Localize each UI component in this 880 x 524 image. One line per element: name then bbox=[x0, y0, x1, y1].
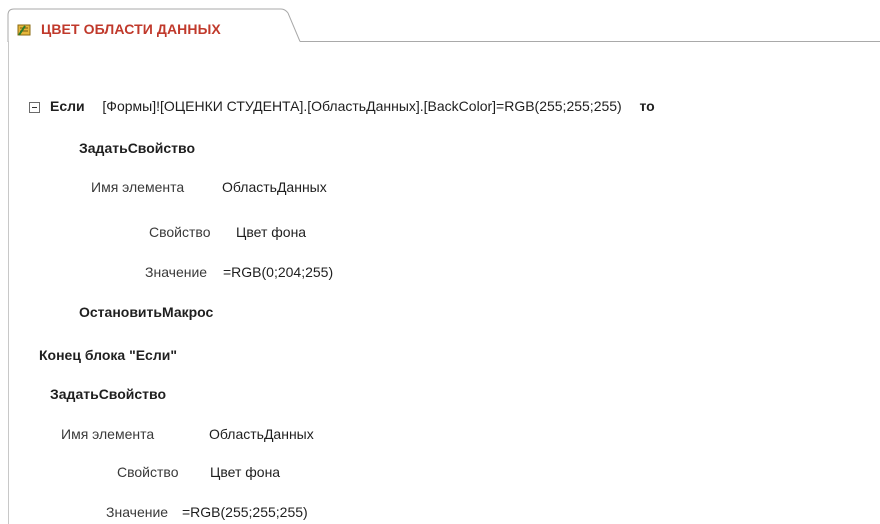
action-setproperty-1[interactable]: ЗадатьСвойство bbox=[79, 139, 195, 157]
if-header[interactable]: Если [Формы]![ОЦЕНКИ СТУДЕНТА].[ОбластьД… bbox=[50, 97, 655, 115]
property-value-1[interactable]: Цвет фона bbox=[236, 223, 306, 241]
element-name-label-1: Имя элемента bbox=[91, 179, 185, 195]
tab-title: ЦВЕТ ОБЛАСТИ ДАННЫХ bbox=[41, 21, 221, 37]
editor-left-border bbox=[8, 41, 9, 524]
end-if-label: Конец блока "Если" bbox=[39, 347, 177, 363]
property-value-2[interactable]: Цвет фона bbox=[210, 463, 280, 481]
if-keyword: Если bbox=[50, 98, 85, 114]
macro-editor: ЦВЕТ ОБЛАСТИ ДАННЫХ Если [Формы]![ОЦЕНКИ… bbox=[0, 0, 880, 524]
action-stopmacro[interactable]: ОстановитьМакрос bbox=[79, 303, 213, 321]
value-label-1: Значение bbox=[145, 264, 208, 280]
macro-scroll-icon bbox=[17, 24, 31, 36]
element-name-value-1[interactable]: ОбластьДанных bbox=[222, 178, 327, 196]
property-label-2: Свойство bbox=[117, 464, 179, 480]
value-value-2[interactable]: =RGB(255;255;255) bbox=[182, 503, 308, 521]
then-keyword: то bbox=[639, 98, 655, 114]
collapse-minus-icon[interactable] bbox=[29, 102, 40, 113]
element-name-label-2: Имя элемента bbox=[61, 426, 155, 442]
property-label-1: Свойство bbox=[149, 224, 211, 240]
if-condition[interactable]: [Формы]![ОЦЕНКИ СТУДЕНТА].[ОбластьДанных… bbox=[102, 98, 621, 114]
element-name-value-2[interactable]: ОбластьДанных bbox=[209, 425, 314, 443]
value-label-2: Значение bbox=[106, 504, 169, 520]
value-value-1[interactable]: =RGB(0;204;255) bbox=[223, 263, 333, 281]
action-setproperty-2[interactable]: ЗадатьСвойство bbox=[50, 385, 166, 403]
document-tab-strip: ЦВЕТ ОБЛАСТИ ДАННЫХ bbox=[0, 0, 880, 42]
